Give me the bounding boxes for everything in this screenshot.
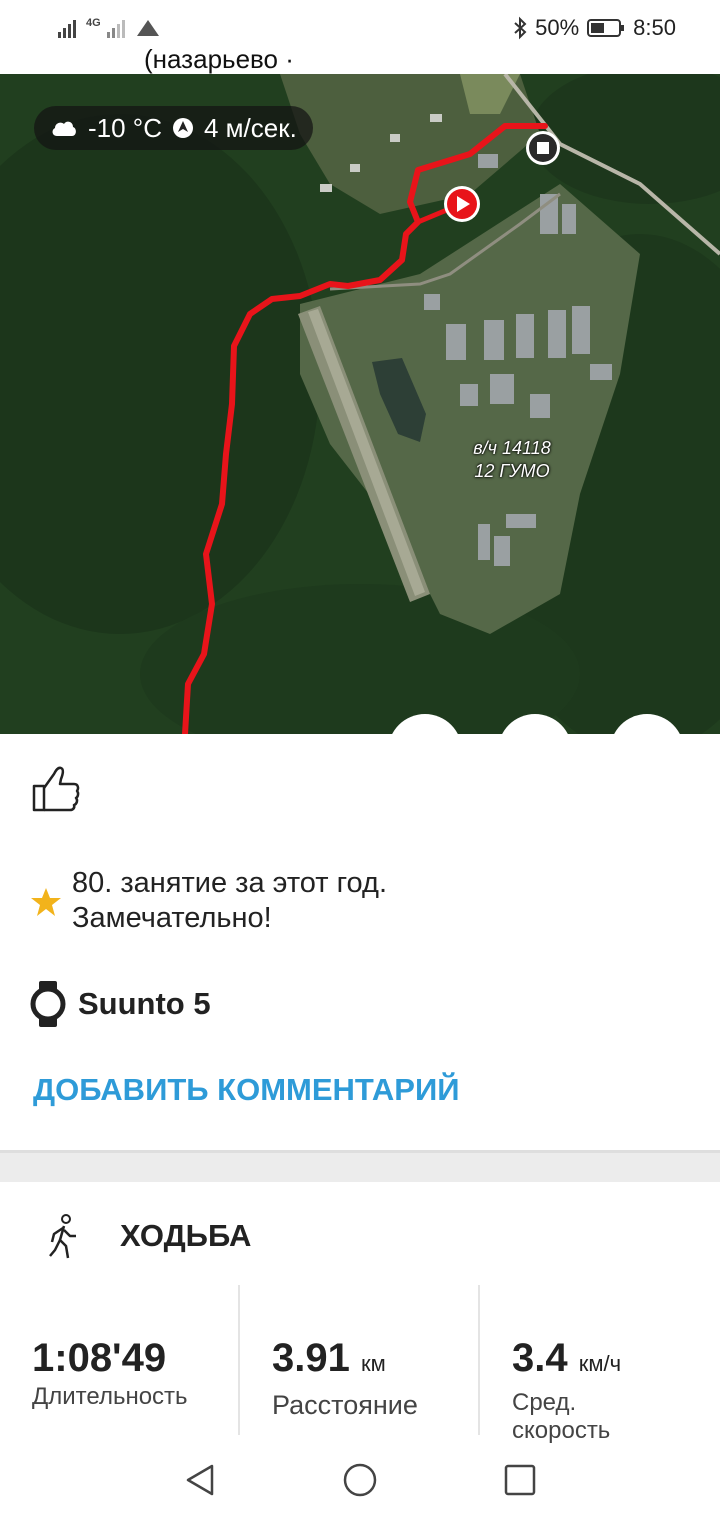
thumbs-up-icon <box>32 766 80 812</box>
status-right: 50% 8:50 <box>513 12 676 44</box>
stat-distance-unit: км <box>360 1351 386 1376</box>
like-button[interactable] <box>30 764 82 819</box>
battery-icon <box>587 19 625 37</box>
device-name: Suunto 5 <box>78 986 211 1021</box>
map-action-button-3[interactable] <box>610 714 684 788</box>
star-icon <box>31 888 61 916</box>
stat-duration-label: Длительность <box>32 1383 188 1410</box>
map-action-button-1[interactable] <box>388 714 462 788</box>
clock: 8:50 <box>633 15 676 40</box>
status-bar: 4G 50% 8:50 <box>0 0 720 56</box>
map-place-label: в/ч 14118 12 ГУМО <box>452 437 572 483</box>
stat-separator-2 <box>478 1285 480 1435</box>
cloud-icon <box>52 121 76 136</box>
stat-distance: 3.91 км Расстояние <box>272 1335 418 1419</box>
network-type: 4G <box>86 17 101 29</box>
recent-apps-icon[interactable] <box>502 1462 538 1498</box>
signal-icon <box>58 20 76 38</box>
stat-speed-label-line1: Сред. <box>512 1389 577 1416</box>
stat-speed-label-line2: скорость <box>512 1417 611 1444</box>
walking-person-icon <box>49 1214 76 1259</box>
map-label-line2: 12 ГУМО <box>474 461 550 481</box>
stat-duration: 1:08'49 Длительность <box>32 1335 188 1411</box>
activity-type: ХОДЬБА <box>120 1218 252 1253</box>
route-start-icon <box>444 186 480 222</box>
watch-icon <box>30 981 66 1027</box>
notification-triangle-icon <box>136 20 159 36</box>
stat-speed-value: 3.4 <box>512 1336 568 1380</box>
achievement-line1: 80. занятие за этот год. <box>72 867 388 899</box>
battery-percent: 50% <box>535 15 580 40</box>
stat-distance-label: Расстояние <box>272 1390 418 1420</box>
section-divider <box>0 1150 720 1182</box>
stat-avg-speed: 3.4 км/ч Сред. скорость <box>512 1335 621 1445</box>
achievement-text: 80. занятие за этот год. Замечательно! <box>72 866 387 936</box>
system-nav-bar <box>0 1450 720 1520</box>
map-label-line1: в/ч 14118 <box>473 438 551 458</box>
stat-distance-value: 3.91 <box>272 1336 350 1380</box>
status-left: 4G <box>58 14 161 42</box>
route-map[interactable] <box>0 74 720 734</box>
wind-direction-icon <box>172 118 193 138</box>
wind-speed: 4 м/сек. <box>203 112 297 143</box>
stat-separator-1 <box>238 1285 240 1435</box>
stat-speed-unit: км/ч <box>578 1351 622 1376</box>
bluetooth-icon <box>514 16 527 40</box>
satellite-map-image <box>0 74 720 734</box>
home-icon[interactable] <box>342 1462 378 1498</box>
weather-pill: -10 °C 4 м/сек. <box>34 106 313 150</box>
temperature: -10 °C <box>88 112 162 143</box>
device-row: Suunto 5 <box>30 980 211 1028</box>
achievement: 80. занятие за этот год. Замечательно! <box>30 866 387 936</box>
location-fragment: (назарьево · <box>144 44 294 74</box>
achievement-line2: Замечательно! <box>72 902 272 934</box>
signal-icon-2 <box>106 20 125 38</box>
back-icon[interactable] <box>182 1462 218 1498</box>
map-action-button-2[interactable] <box>498 714 572 788</box>
route-finish-icon <box>526 131 560 165</box>
add-comment-button[interactable]: ДОБАВИТЬ КОММЕНТАРИЙ <box>33 1072 460 1108</box>
stat-duration-value: 1:08'49 <box>32 1336 167 1380</box>
